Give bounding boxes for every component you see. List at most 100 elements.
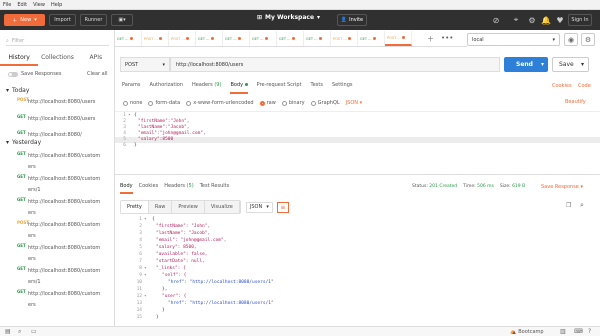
cookies-link[interactable]: Cookies: [552, 83, 572, 89]
sync-off-icon[interactable]: ⊘: [490, 14, 502, 26]
save-button[interactable]: Save ▾: [552, 57, 589, 72]
request-tab[interactable]: GET ...: [358, 31, 385, 46]
request-tab[interactable]: GET ...: [115, 31, 142, 46]
environment-select[interactable]: local ▾: [467, 33, 560, 46]
group-yesterday[interactable]: ▾ Yesterday: [6, 139, 41, 146]
view-preview[interactable]: Preview: [172, 201, 205, 213]
help-icon[interactable]: ?: [588, 328, 591, 335]
search-icon[interactable]: ⌕: [18, 328, 21, 336]
copy-icon[interactable]: ❐: [566, 202, 571, 209]
radio-none[interactable]: none: [123, 100, 142, 106]
bell-icon[interactable]: 🔔: [540, 14, 552, 26]
request-tab[interactable]: POST ...: [169, 31, 196, 46]
history-item[interactable]: GET http://localhost:8080/custom ers: [0, 289, 114, 311]
wrap-lines-icon[interactable]: ≡: [276, 201, 289, 213]
view-raw[interactable]: Raw: [148, 201, 173, 213]
tab-collections[interactable]: Collections: [38, 52, 76, 66]
menu-edit[interactable]: Edit: [17, 2, 27, 8]
save-responses-toggle[interactable]: Save Responses: [8, 71, 61, 77]
clear-all-link[interactable]: Clear all: [87, 71, 108, 77]
eye-icon[interactable]: ◉: [564, 33, 578, 46]
new-window-button[interactable]: ▣▾: [111, 14, 133, 26]
tab-history[interactable]: History: [0, 52, 39, 66]
history-item[interactable]: GET http://localhost:8080/custom ers: [0, 243, 114, 265]
beautify-link[interactable]: Beautify: [565, 99, 586, 105]
keyboard-icon[interactable]: ⌨: [574, 328, 583, 335]
request-tab[interactable]: POST ...: [142, 31, 169, 46]
more-tabs-icon[interactable]: •••: [441, 34, 453, 42]
request-tab-bar: GET ... POST ... POST ... GET ... GET ..…: [115, 30, 467, 47]
tab-response-headers[interactable]: Headers (5): [164, 181, 194, 194]
layout-icon[interactable]: ▥: [560, 328, 566, 335]
runner-button[interactable]: Runner: [80, 14, 107, 26]
radio-graphql[interactable]: GraphQL: [310, 100, 340, 106]
request-tab[interactable]: GET ...: [277, 31, 304, 46]
menu-view[interactable]: View: [33, 2, 45, 8]
new-button[interactable]: ＋ New ▾: [4, 14, 45, 26]
tab-settings[interactable]: Settings: [332, 79, 353, 94]
history-item[interactable]: POST http://localhost:8080/users: [0, 97, 114, 108]
add-tab-icon[interactable]: ＋: [427, 34, 434, 44]
import-button[interactable]: Import: [49, 14, 76, 26]
tab-test-results[interactable]: Test Results: [200, 181, 230, 194]
console-icon[interactable]: ▭: [31, 328, 37, 335]
search-icon: ⌕: [6, 37, 9, 44]
grid-icon: ⊞: [257, 14, 263, 21]
send-button[interactable]: Send ▾: [504, 57, 548, 72]
radio-form-data[interactable]: form-data: [148, 100, 180, 106]
history-item[interactable]: POST http://localhost:8080/custom ers: [0, 220, 114, 242]
request-tab[interactable]: GET ...: [223, 31, 250, 46]
view-visualize[interactable]: Visualize: [204, 201, 240, 213]
request-tab-active[interactable]: POST ...: [385, 31, 412, 46]
radio-raw[interactable]: raw: [259, 100, 276, 106]
view-pretty[interactable]: Pretty: [121, 201, 149, 213]
history-item[interactable]: GET http://localhost:8080/custom ers: [0, 151, 114, 173]
history-item[interactable]: GET http://localhost:8080/users: [0, 114, 114, 125]
url-input[interactable]: http://localhost:8080/users: [170, 57, 500, 72]
radio-binary[interactable]: binary: [281, 100, 305, 106]
menu-file[interactable]: File: [3, 2, 11, 8]
response-tabs: Body Cookies Headers (5) Test Results: [115, 181, 600, 194]
request-tab[interactable]: POST ...: [331, 31, 358, 46]
search-icon[interactable]: ⌕: [580, 201, 584, 210]
invite-button[interactable]: 👤 Invite: [337, 14, 367, 26]
workspace-selector[interactable]: ⊞ My Workspace ▾: [257, 14, 320, 21]
request-tab[interactable]: GET ...: [250, 31, 277, 46]
sidebar-toggle-icon[interactable]: ▤: [5, 328, 11, 335]
history-item[interactable]: GET http://localhost:8080/custom ers/1: [0, 266, 114, 288]
tab-params[interactable]: Params: [122, 79, 140, 94]
history-item[interactable]: GET http://localhost:8080/custom ers/1: [0, 174, 114, 196]
plus-icon: ＋: [12, 17, 18, 24]
heart-icon[interactable]: ♥: [554, 14, 566, 26]
method-select[interactable]: POST ▾: [120, 57, 170, 72]
tab-pre-request-script[interactable]: Pre-request Script: [257, 79, 302, 94]
request-tab[interactable]: GET ...: [304, 31, 331, 46]
toggle-switch: [8, 71, 18, 77]
group-today[interactable]: ▾ Today: [6, 87, 29, 94]
tab-apis[interactable]: APIs: [77, 52, 114, 66]
filter-input[interactable]: ⌕ Filter: [6, 36, 109, 46]
response-view-bar: Pretty Raw Preview Visualize JSON ▾ ≡: [115, 198, 600, 216]
tab-response-body[interactable]: Body: [120, 181, 133, 194]
tab-response-cookies[interactable]: Cookies: [139, 181, 159, 194]
history-item[interactable]: GET http://localhost:8080/custom ers: [0, 197, 114, 219]
gear-icon[interactable]: ⚙: [581, 33, 595, 46]
code-link[interactable]: Code: [578, 83, 591, 89]
bootcamp-button[interactable]: ⛺ Bootcamp: [510, 329, 544, 335]
settings-icon[interactable]: ⚙: [526, 14, 538, 26]
tab-tests[interactable]: Tests: [311, 79, 323, 94]
response-body[interactable]: 1 ▾{ 2 "firstName": "John", 3 "lastName": "…: [115, 216, 600, 326]
menu-bar: File Edit View Help: [0, 0, 600, 10]
satellite-icon[interactable]: ⌖: [510, 14, 522, 26]
tab-authorization[interactable]: Authorization: [149, 79, 183, 94]
tab-headers[interactable]: Headers (9): [192, 79, 222, 94]
request-body-editor[interactable]: 1 ▾{ 2 "firstName":"John", 3 "lastName":"Ja…: [115, 111, 600, 175]
raw-format-select[interactable]: JSON ▾: [346, 100, 362, 106]
request-tab[interactable]: GET ...: [196, 31, 223, 46]
save-response-button[interactable]: Save Response ▾: [541, 184, 583, 190]
menu-help[interactable]: Help: [51, 2, 62, 8]
response-format-select[interactable]: JSON ▾: [245, 201, 273, 213]
sign-in-button[interactable]: Sign In: [568, 14, 592, 26]
tab-body[interactable]: Body: [230, 79, 248, 94]
radio-urlencoded[interactable]: x-www-form-urlencoded: [186, 100, 254, 106]
